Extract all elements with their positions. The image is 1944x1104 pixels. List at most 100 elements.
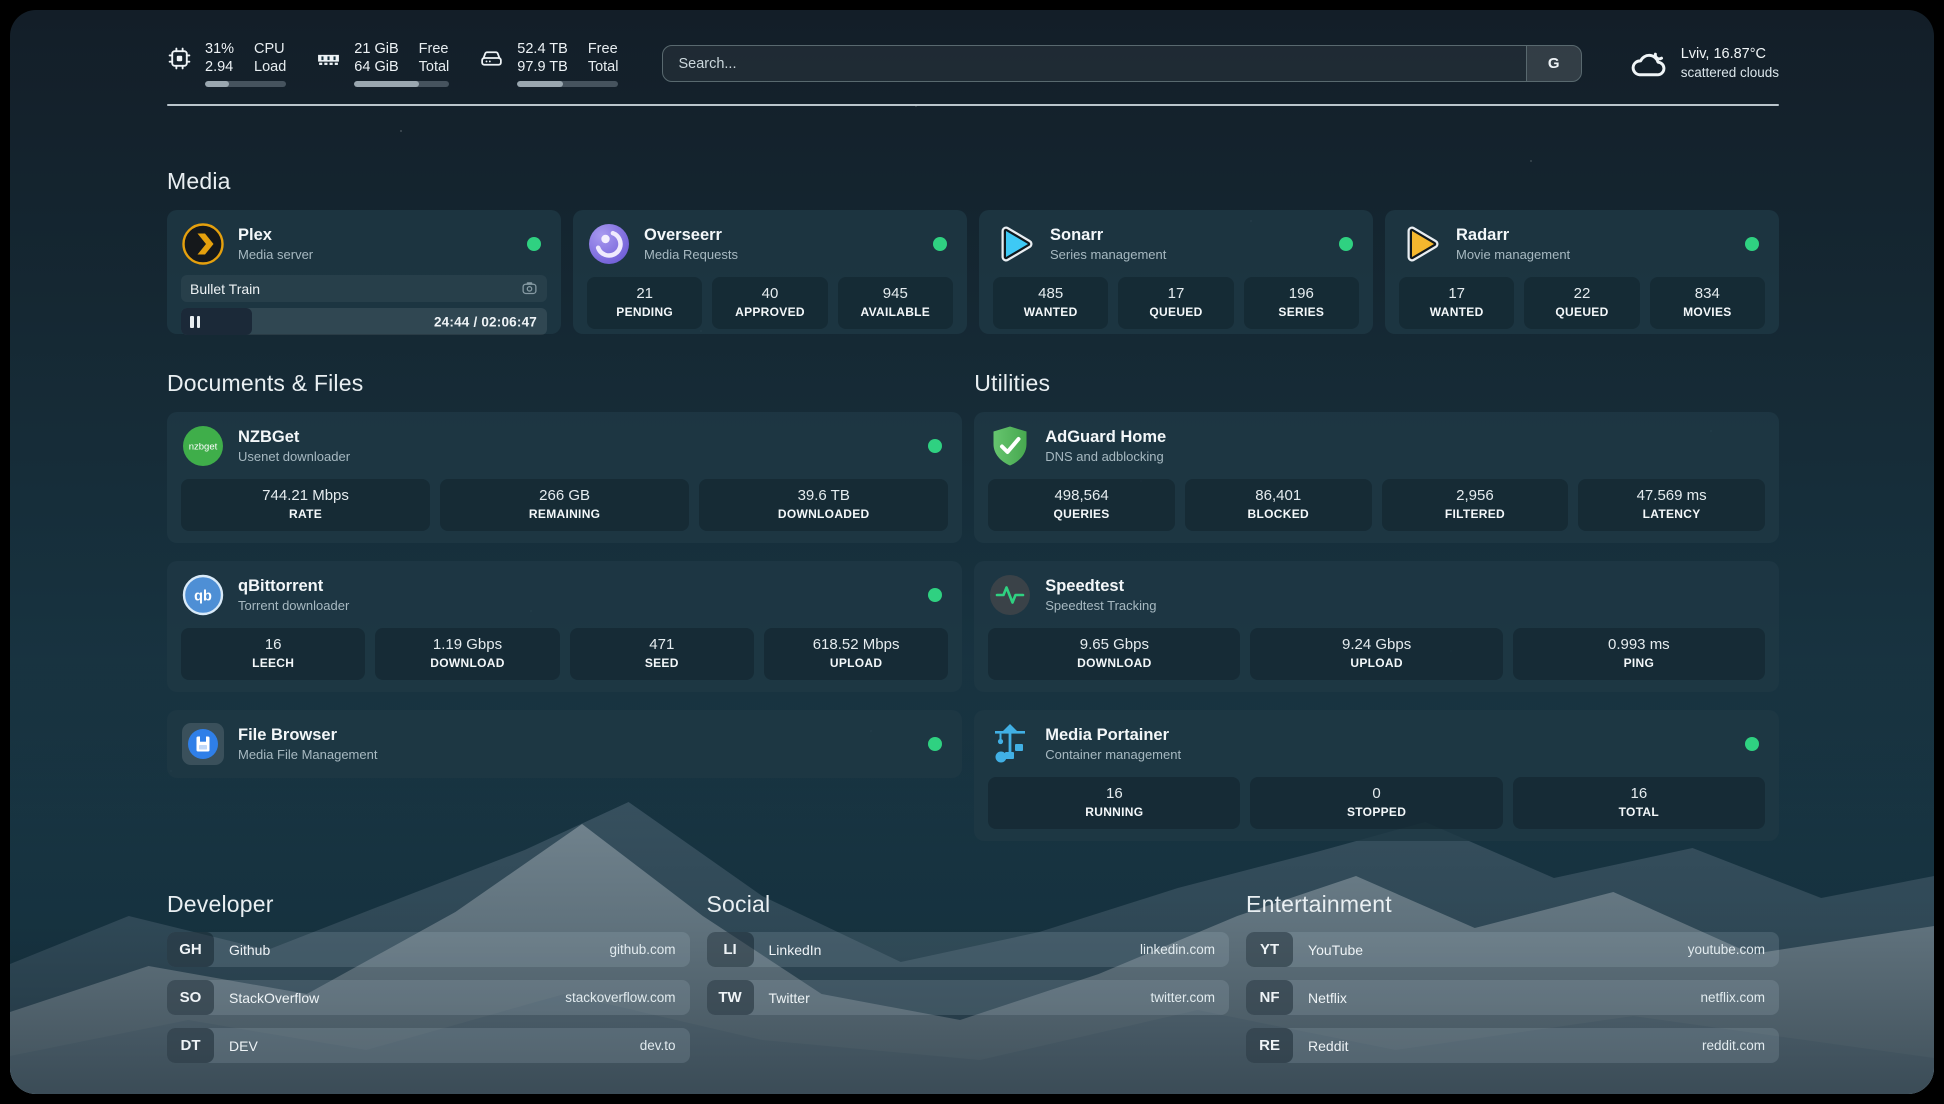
search-engine-button[interactable]: G [1526, 46, 1581, 81]
nzbget-card[interactable]: nzbgetNZBGetUsenet downloader744.21 Mbps… [167, 412, 962, 543]
stat-label: QUERIES [994, 506, 1169, 523]
link-name: StackOverflow [229, 990, 319, 1006]
link-reddit[interactable]: RERedditreddit.com [1246, 1028, 1779, 1063]
link-name: Github [229, 942, 270, 958]
app-name: Media Portainer [1045, 725, 1181, 746]
stat-progress-track [517, 81, 618, 87]
dashboard-window: 31%2.94CPULoad21 GiB64 GiBFreeTotal52.4 … [0, 0, 1944, 1104]
stat-label: TOTAL [1519, 804, 1759, 821]
app-name: Overseerr [644, 225, 738, 246]
video-camera-icon [521, 280, 538, 297]
radarr-card[interactable]: RadarrMovie management17WANTED22QUEUED83… [1385, 210, 1779, 334]
link-abbr-tag: NF [1246, 980, 1293, 1015]
link-url: dev.to [640, 1038, 676, 1053]
stat-value: 0.993 ms [1519, 635, 1759, 654]
search-bar[interactable]: G [662, 45, 1581, 82]
stat-value-top: 21 GiB [354, 40, 398, 58]
section-title-entertainment: Entertainment [1246, 891, 1779, 918]
link-netflix[interactable]: NFNetflixnetflix.com [1246, 980, 1779, 1015]
link-dev[interactable]: DTDEVdev.to [167, 1028, 690, 1063]
radarr-icon [1399, 222, 1443, 266]
section-title-media: Media [167, 168, 1779, 195]
memory-icon [316, 46, 341, 71]
speedtest-card[interactable]: SpeedtestSpeedtest Tracking9.65 GbpsDOWN… [974, 561, 1779, 692]
app-name: Sonarr [1050, 225, 1166, 246]
stat-label: QUEUED [1124, 304, 1227, 321]
stat-value: 834 [1656, 284, 1759, 303]
radarr-stat-queued: 22QUEUED [1524, 277, 1639, 329]
app-subtitle: Container management [1045, 746, 1181, 763]
stat-value: 196 [1250, 284, 1353, 303]
radarr-stat-movies: 834MOVIES [1650, 277, 1765, 329]
stat-label-top: Free [588, 40, 619, 58]
stat-value: 498,564 [994, 486, 1169, 505]
adguard-card[interactable]: AdGuard HomeDNS and adblocking498,564QUE… [974, 412, 1779, 543]
system-stat-disk: 52.4 TB97.9 TBFreeTotal [479, 40, 618, 87]
link-twitter[interactable]: TWTwittertwitter.com [707, 980, 1230, 1015]
stat-label: RUNNING [994, 804, 1234, 821]
status-dot [928, 588, 942, 602]
app-name: Plex [238, 225, 313, 246]
stat-value: 0 [1256, 784, 1496, 803]
qbittorrent-stat-upload: 618.52 MbpsUPLOAD [764, 628, 948, 680]
link-abbr-tag: LI [707, 932, 754, 967]
filebrowser-icon [181, 722, 225, 766]
weather-location-temp: Lviv, 16.87°C [1681, 45, 1779, 64]
link-github[interactable]: GHGithubgithub.com [167, 932, 690, 967]
speedtest-icon [988, 573, 1032, 617]
qbittorrent-card[interactable]: qbqBittorrentTorrent downloader16LEECH1.… [167, 561, 962, 692]
adguard-stat-latency: 47.569 msLATENCY [1578, 479, 1765, 531]
svg-text:nzbget: nzbget [189, 442, 218, 453]
stat-label-top: CPU [254, 40, 286, 58]
link-linkedin[interactable]: LILinkedInlinkedin.com [707, 932, 1230, 967]
stat-label: PING [1519, 655, 1759, 672]
stat-label: BLOCKED [1191, 506, 1366, 523]
stat-values: 31%2.94 [205, 40, 234, 76]
stat-value-top: 52.4 TB [517, 40, 568, 58]
nzbget-stat-rate: 744.21 MbpsRATE [181, 479, 430, 531]
app-name: File Browser [238, 725, 377, 746]
stat-label: FILTERED [1388, 506, 1563, 523]
qbittorrent-stat-download: 1.19 GbpsDOWNLOAD [375, 628, 559, 680]
link-stackoverflow[interactable]: SOStackOverflowstackoverflow.com [167, 980, 690, 1015]
svg-text:qb: qb [194, 589, 212, 605]
status-dot [1339, 237, 1353, 251]
stat-value: 266 GB [446, 486, 683, 505]
plex-card[interactable]: PlexMedia serverBullet Train24:44 / 02:0… [167, 210, 561, 334]
overseerr-icon [587, 222, 631, 266]
link-url: stackoverflow.com [565, 990, 675, 1005]
radarr-stat-wanted: 17WANTED [1399, 277, 1514, 329]
stat-label: DOWNLOAD [994, 655, 1234, 672]
link-youtube[interactable]: YTYouTubeyoutube.com [1246, 932, 1779, 967]
stat-label-bottom: Total [419, 58, 450, 76]
overseerr-card[interactable]: OverseerrMedia Requests21PENDING40APPROV… [573, 210, 967, 334]
portainer-icon [988, 722, 1032, 766]
top-bar: 31%2.94CPULoad21 GiB64 GiBFreeTotal52.4 … [167, 40, 1779, 87]
stat-label: DOWNLOAD [381, 655, 553, 672]
stat-label: APPROVED [718, 304, 821, 321]
app-subtitle: DNS and adblocking [1045, 448, 1166, 465]
section-title-social: Social [707, 891, 1230, 918]
filebrowser-card[interactable]: File BrowserMedia File Management [167, 710, 962, 778]
section-developer: DeveloperGHGithubgithub.comSOStackOverfl… [167, 891, 690, 1063]
link-name: Reddit [1308, 1038, 1348, 1054]
stat-label: RATE [187, 506, 424, 523]
stat-progress-fill [517, 81, 563, 87]
stat-label-bottom: Total [588, 58, 619, 76]
portainer-card[interactable]: Media PortainerContainer management16RUN… [974, 710, 1779, 841]
section-documents: Documents & Files nzbgetNZBGetUsenet dow… [167, 370, 962, 841]
status-dot [527, 237, 541, 251]
section-title-documents: Documents & Files [167, 370, 962, 397]
stat-value: 39.6 TB [705, 486, 942, 505]
stat-value: 40 [718, 284, 821, 303]
stat-progress-track [354, 81, 449, 87]
stat-label: PENDING [593, 304, 696, 321]
stat-value: 945 [844, 284, 947, 303]
sonarr-card[interactable]: SonarrSeries management485WANTED17QUEUED… [979, 210, 1373, 334]
search-input[interactable] [663, 46, 1525, 81]
stat-value: 1.19 Gbps [381, 635, 553, 654]
playback-progress-bar[interactable]: 24:44 / 02:06:47 [181, 308, 547, 335]
stat-value: 22 [1530, 284, 1633, 303]
pause-button[interactable] [190, 316, 200, 328]
link-url: github.com [609, 942, 675, 957]
